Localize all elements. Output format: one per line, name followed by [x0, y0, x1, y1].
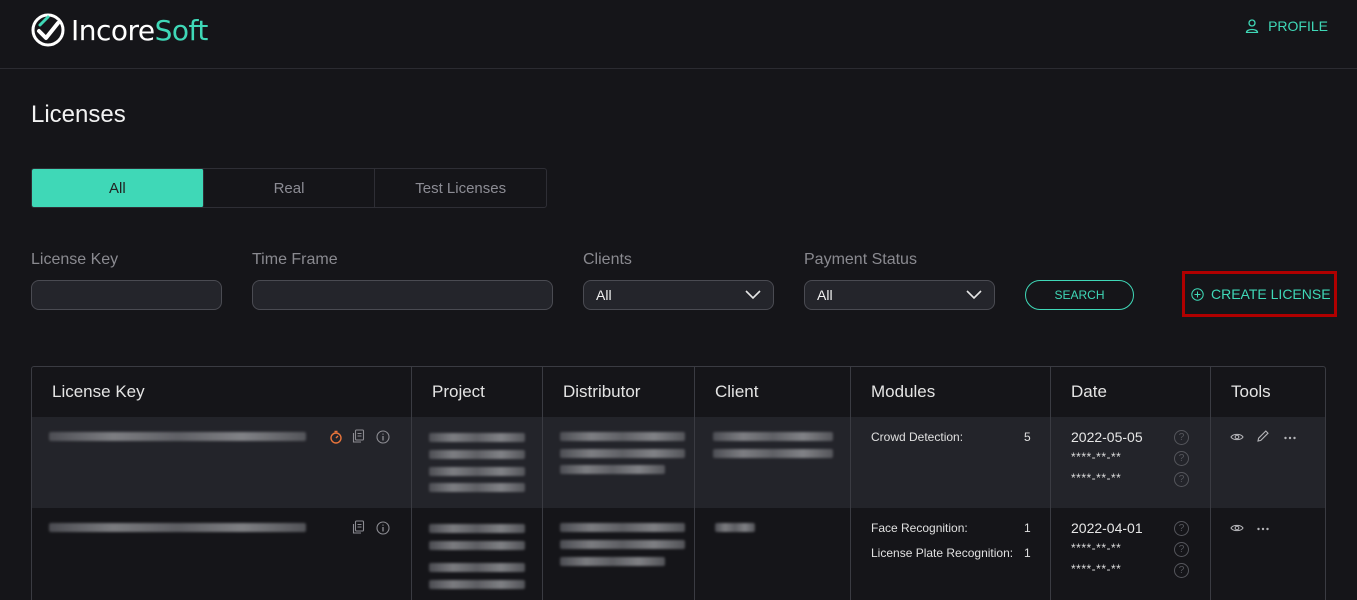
payment-status-select[interactable]: All: [804, 280, 995, 310]
redacted-distributor: [560, 523, 685, 532]
info-icon[interactable]: [376, 430, 390, 444]
redacted-project: [429, 541, 525, 550]
tab-test-licenses[interactable]: Test Licenses: [375, 169, 546, 207]
time-frame-input[interactable]: [252, 280, 553, 310]
payment-status-filter-label: Payment Status: [804, 251, 917, 268]
profile-button[interactable]: PROFILE: [1245, 18, 1328, 34]
module-name: License Plate Recognition:: [871, 546, 1014, 560]
payment-status-select-value: All: [817, 287, 833, 303]
column-header-distributor[interactable]: Distributor: [543, 367, 695, 417]
plus-circle-icon: [1191, 287, 1204, 301]
redacted-project: [429, 483, 525, 492]
time-frame-filter-label: Time Frame: [252, 251, 338, 268]
logo-text-suffix: Soft: [154, 13, 209, 47]
timer-icon[interactable]: [329, 430, 343, 444]
column-header-project[interactable]: Project: [412, 367, 543, 417]
chevron-down-icon: [745, 290, 761, 300]
top-bar: IncoreSoft PROFILE: [0, 0, 1357, 69]
help-icon[interactable]: ?: [1174, 430, 1189, 445]
redacted-client: [715, 523, 755, 532]
redacted-project: [429, 433, 525, 442]
redacted-project: [429, 467, 525, 476]
redacted-project: [429, 563, 525, 572]
column-header-tools[interactable]: Tools: [1211, 367, 1325, 417]
logo-text: IncoreSoft: [71, 14, 208, 47]
redacted-distributor: [560, 540, 685, 549]
search-button[interactable]: SEARCH: [1025, 280, 1134, 310]
info-icon[interactable]: [376, 521, 390, 535]
create-license-label: CREATE LICENSE: [1211, 286, 1331, 302]
help-icon[interactable]: ?: [1174, 472, 1189, 487]
column-header-modules[interactable]: Modules: [851, 367, 1051, 417]
profile-label: PROFILE: [1268, 18, 1328, 34]
copy-icon[interactable]: [352, 429, 366, 443]
tab-all[interactable]: All: [32, 169, 204, 207]
chevron-down-icon: [966, 290, 982, 300]
module-count: 5: [1024, 430, 1031, 444]
edit-pencil-icon[interactable]: [1256, 429, 1270, 443]
redacted-license-key: [49, 432, 306, 441]
license-date: 2022-05-05: [1071, 429, 1143, 445]
eye-icon[interactable]: [1230, 430, 1244, 444]
masked-date: ****-**-**: [1071, 562, 1122, 576]
logo-mark-icon: [31, 13, 65, 47]
module-count: 1: [1024, 546, 1031, 560]
masked-date: ****-**-**: [1071, 471, 1122, 485]
column-header-license-key[interactable]: License Key: [32, 367, 412, 417]
user-icon: [1245, 19, 1259, 33]
page-title: Licenses: [31, 101, 126, 128]
masked-date: ****-**-**: [1071, 450, 1122, 464]
redacted-distributor: [560, 465, 665, 474]
help-icon[interactable]: ?: [1174, 563, 1189, 578]
help-icon[interactable]: ?: [1174, 521, 1189, 536]
redacted-distributor: [560, 557, 665, 566]
license-key-input[interactable]: [31, 280, 222, 310]
clients-select-value: All: [596, 287, 612, 303]
redacted-license-key: [49, 523, 306, 532]
license-type-tabs: All Real Test Licenses: [31, 168, 547, 208]
license-date: 2022-04-01: [1071, 520, 1143, 536]
more-options-icon[interactable]: [1256, 521, 1270, 535]
copy-icon[interactable]: [352, 520, 366, 534]
module-count: 1: [1024, 521, 1031, 535]
tab-real[interactable]: Real: [204, 169, 376, 207]
license-key-filter-label: License Key: [31, 251, 119, 268]
more-options-icon[interactable]: [1283, 430, 1297, 444]
column-header-client[interactable]: Client: [695, 367, 851, 417]
eye-icon[interactable]: [1230, 521, 1244, 535]
redacted-project: [429, 580, 525, 589]
clients-filter-label: Clients: [583, 251, 632, 268]
licenses-table: License Key Project Distributor Client M…: [31, 366, 1326, 600]
masked-date: ****-**-**: [1071, 541, 1122, 555]
help-icon[interactable]: ?: [1174, 542, 1189, 557]
redacted-project: [429, 450, 525, 459]
redacted-client: [713, 432, 833, 441]
module-name: Crowd Detection:: [871, 430, 964, 444]
column-header-date[interactable]: Date: [1051, 367, 1211, 417]
create-license-button[interactable]: CREATE LICENSE: [1191, 286, 1331, 302]
redacted-client: [713, 449, 833, 458]
redacted-distributor: [560, 449, 685, 458]
module-name: Face Recognition:: [871, 521, 968, 535]
redacted-distributor: [560, 432, 685, 441]
logo-text-prefix: Incore: [71, 13, 155, 47]
clients-select[interactable]: All: [583, 280, 774, 310]
redacted-project: [429, 524, 525, 533]
incoresoft-logo[interactable]: IncoreSoft: [31, 12, 208, 48]
help-icon[interactable]: ?: [1174, 451, 1189, 466]
